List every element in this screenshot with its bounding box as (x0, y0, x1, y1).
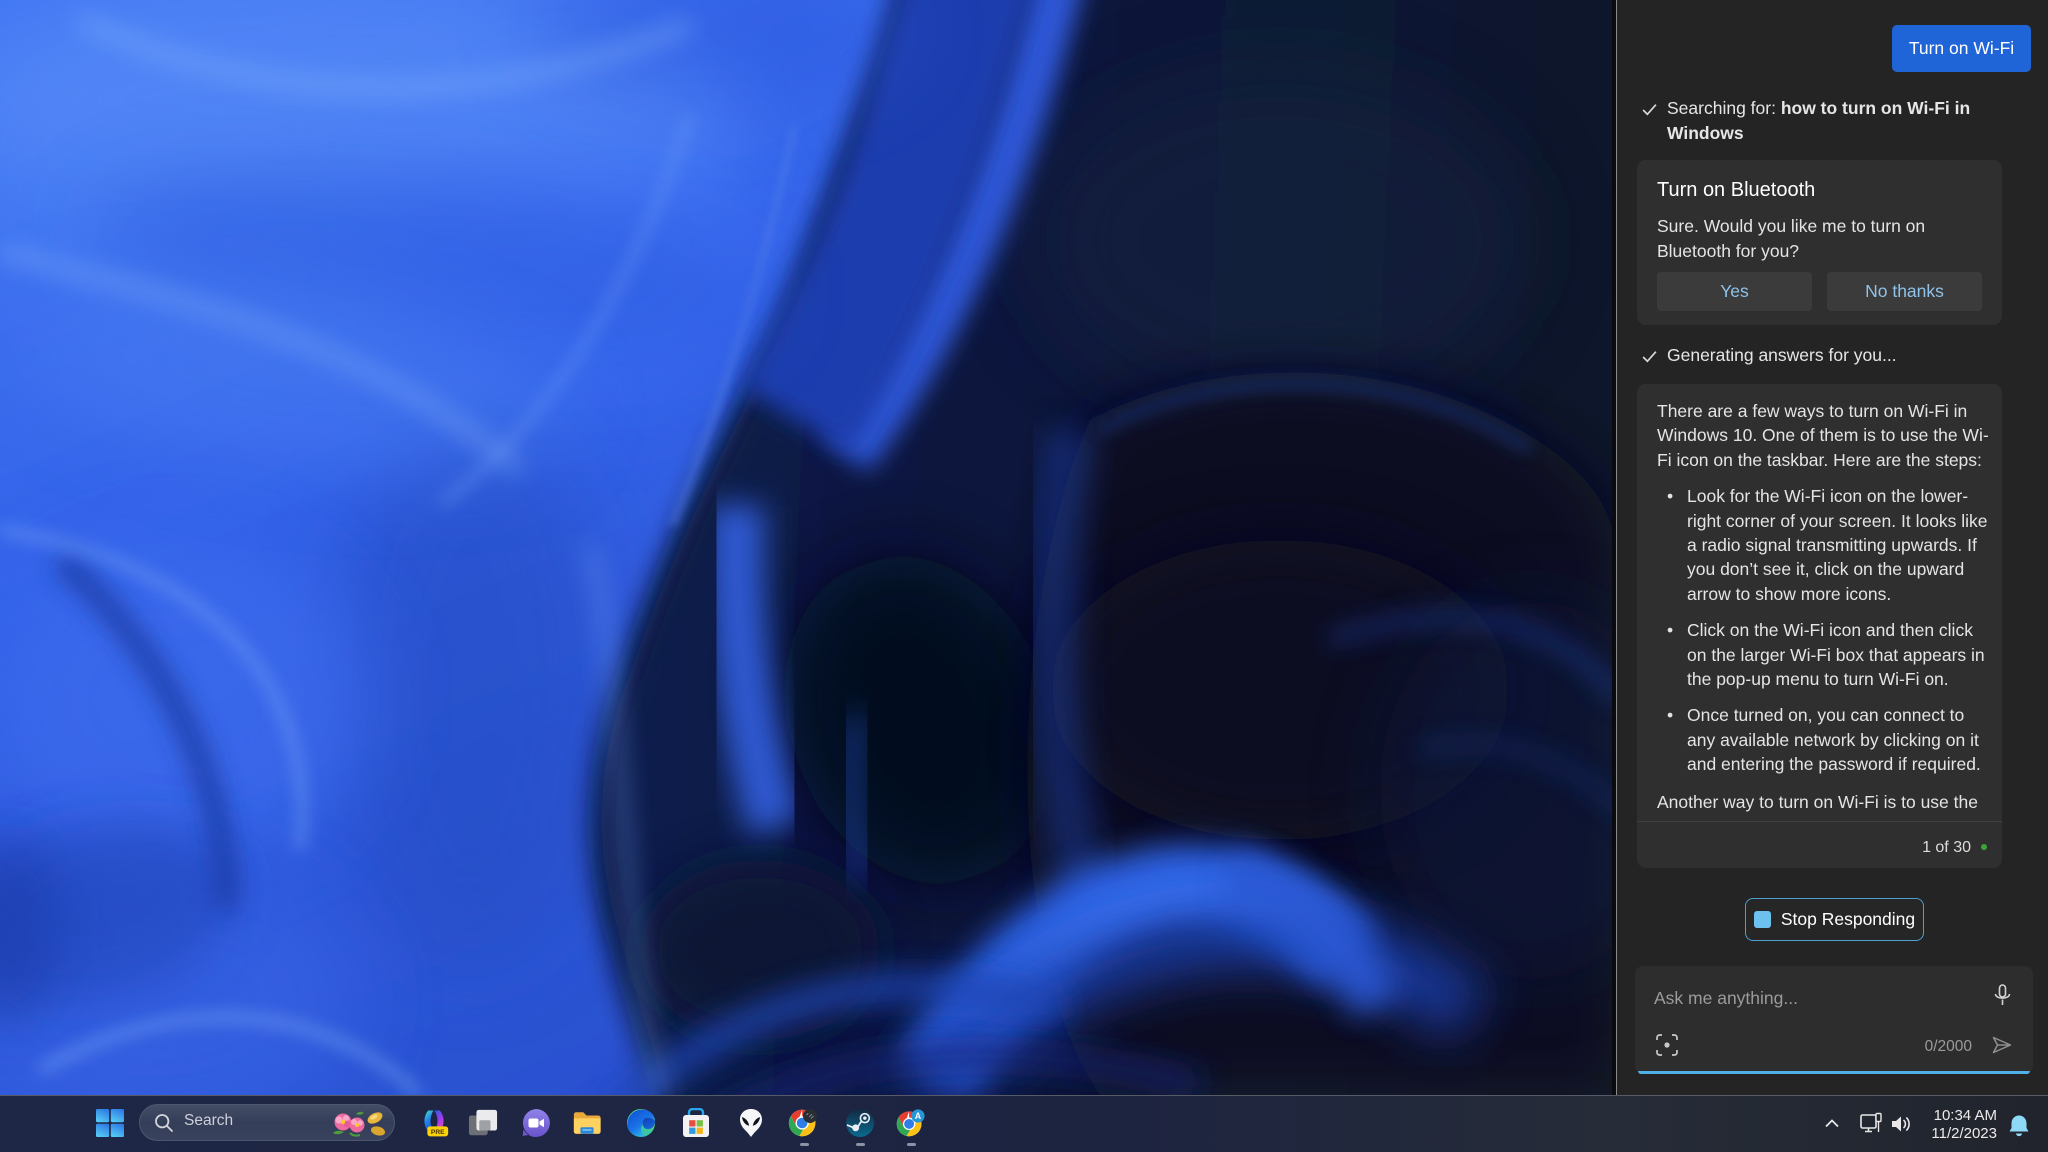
svg-text:A: A (915, 1111, 922, 1121)
svg-text:PRE: PRE (431, 1129, 445, 1136)
